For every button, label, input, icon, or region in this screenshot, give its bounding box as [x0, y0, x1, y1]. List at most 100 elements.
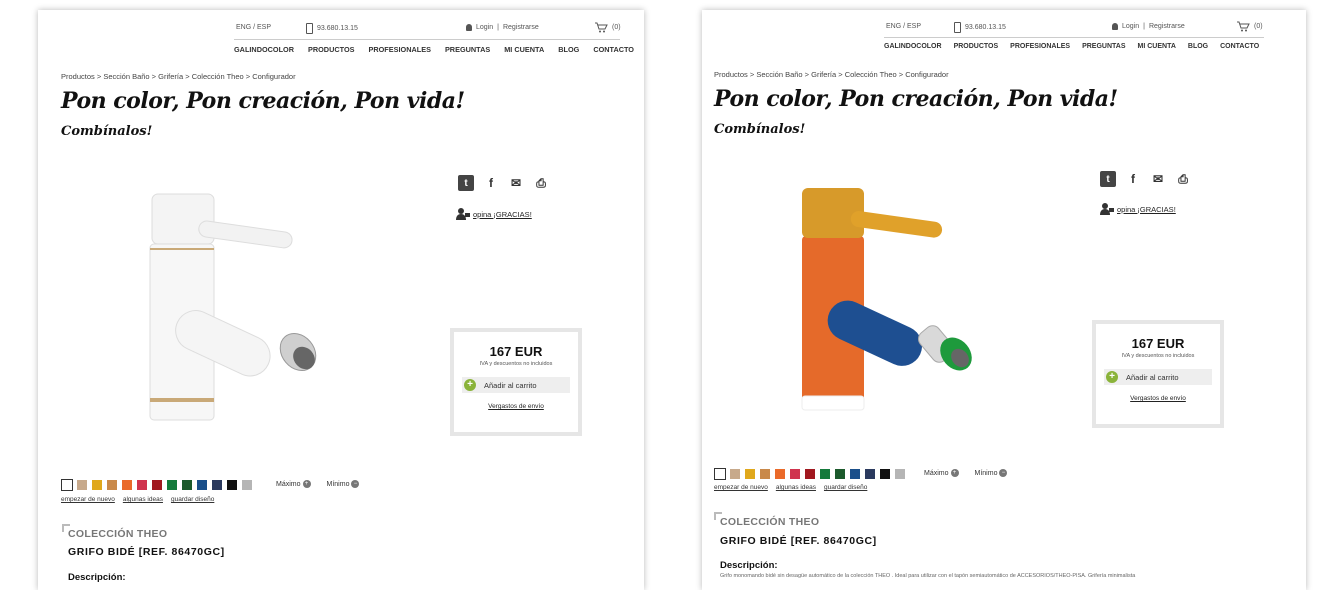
plus-icon: + [464, 379, 476, 391]
color-swatch[interactable] [166, 479, 178, 491]
nav-blog[interactable]: BLOG [558, 45, 579, 54]
login-link[interactable]: Login [1122, 23, 1139, 30]
page-subtitle: Combínalos! [714, 122, 806, 137]
email-icon[interactable]: ✉ [1150, 171, 1166, 187]
color-swatch[interactable] [106, 479, 118, 491]
print-icon[interactable]: ⎙ [533, 175, 549, 191]
color-swatch[interactable] [834, 468, 846, 480]
color-swatch[interactable] [121, 479, 133, 491]
shipping-link[interactable]: Vergastos de envío [1096, 395, 1220, 402]
breadcrumb[interactable]: Productos > Sección Baño > Grifería > Co… [714, 70, 949, 79]
maximo-control[interactable]: Máximo + [276, 480, 311, 488]
algunas-ideas-link[interactable]: algunas ideas [123, 496, 163, 503]
nav-productos[interactable]: PRODUCTOS [308, 45, 355, 54]
price-box: 167 EUR IVA y descuentos no incluidos + A… [450, 328, 582, 436]
color-swatch[interactable] [744, 468, 756, 480]
main-nav: GALINDOCOLOR PRODUCTOS PROFESIONALES PRE… [234, 39, 634, 54]
empezar-de-nuevo-link[interactable]: empezar de nuevo [61, 496, 115, 503]
nav-contacto[interactable]: CONTACTO [593, 45, 634, 54]
opina-link[interactable]: opina ¡GRACIAS! [1100, 203, 1176, 215]
description-text: Grifo monomando bidé sin desagüe automát… [720, 573, 1136, 579]
nav-profesionales[interactable]: PROFESIONALES [369, 45, 431, 54]
cart-link[interactable]: (0) [594, 22, 621, 33]
opina-link[interactable]: opina ¡GRACIAS! [456, 208, 532, 220]
main-nav: GALINDOCOLOR PRODUCTOS PROFESIONALES PRE… [884, 37, 1264, 50]
zoom-controls: Máximo + Mínimo − [924, 469, 1008, 477]
color-swatch[interactable] [76, 479, 88, 491]
color-swatch[interactable] [714, 468, 726, 480]
register-link[interactable]: Registrarse [503, 24, 539, 31]
color-swatch[interactable] [181, 479, 193, 491]
color-swatch[interactable] [211, 479, 223, 491]
language-switch[interactable]: ENG / ESP [236, 24, 271, 31]
color-swatch[interactable] [804, 468, 816, 480]
minimo-control[interactable]: Mínimo − [327, 480, 360, 488]
color-swatch[interactable] [864, 468, 876, 480]
language-switch[interactable]: ENG / ESP [886, 23, 921, 30]
plus-icon: + [1106, 371, 1118, 383]
maximo-control[interactable]: Máximo + [924, 469, 959, 477]
twitter-icon[interactable]: t [458, 175, 474, 191]
color-swatch[interactable] [196, 479, 208, 491]
minimo-control[interactable]: Mínimo − [975, 469, 1008, 477]
color-swatch[interactable] [729, 468, 741, 480]
color-swatch[interactable] [819, 468, 831, 480]
faucet-base-trim [150, 398, 214, 402]
opina-text: opina ¡GRACIAS! [473, 209, 532, 219]
nav-preguntas[interactable]: PREGUNTAS [445, 45, 490, 54]
tax-note: IVA y descuentos no incluidos [479, 361, 553, 367]
color-swatch[interactable] [226, 479, 238, 491]
nav-preguntas[interactable]: PREGUNTAS [1082, 43, 1125, 50]
page-title: Pon color, Pon creación, Pon vida! [714, 86, 1118, 112]
faucet-trim [150, 248, 214, 250]
page-subtitle: Combínalos! [61, 124, 153, 139]
color-swatch[interactable] [151, 479, 163, 491]
nav-mi-cuenta[interactable]: MI CUENTA [1138, 43, 1176, 50]
cart-link[interactable]: (0) [1236, 21, 1263, 32]
algunas-ideas-link[interactable]: algunas ideas [776, 484, 816, 491]
nav-blog[interactable]: BLOG [1188, 43, 1208, 50]
color-swatch[interactable] [61, 479, 73, 491]
color-swatch[interactable] [789, 468, 801, 480]
zoom-controls: Máximo + Mínimo − [276, 480, 360, 488]
color-swatch[interactable] [759, 468, 771, 480]
account-links: Login | Registrarse [466, 24, 539, 31]
color-swatch[interactable] [241, 479, 253, 491]
share-icons: t f ✉ ⎙ [458, 175, 549, 191]
print-icon[interactable]: ⎙ [1175, 171, 1191, 187]
shipping-link[interactable]: Vergastos de envío [454, 403, 578, 410]
add-to-cart-label: Añadir al carrito [1126, 372, 1179, 382]
plus-circle-icon: + [950, 469, 959, 477]
color-swatch[interactable] [879, 468, 891, 480]
facebook-icon[interactable]: f [483, 175, 499, 191]
color-swatch[interactable] [774, 468, 786, 480]
register-link[interactable]: Registrarse [1149, 23, 1185, 30]
minus-circle-icon: − [999, 469, 1008, 477]
twitter-icon[interactable]: t [1100, 171, 1116, 187]
nav-galindocolor[interactable]: GALINDOCOLOR [234, 45, 294, 54]
empezar-de-nuevo-link[interactable]: empezar de nuevo [714, 484, 768, 491]
add-to-cart-button[interactable]: + Añadir al carrito [462, 377, 570, 393]
color-swatch[interactable] [849, 468, 861, 480]
color-swatch[interactable] [136, 479, 148, 491]
share-icons: t f ✉ ⎙ [1100, 171, 1191, 187]
login-link[interactable]: Login [476, 24, 493, 31]
nav-contacto[interactable]: CONTACTO [1220, 43, 1259, 50]
add-to-cart-button[interactable]: + Añadir al carrito [1104, 369, 1212, 385]
nav-galindocolor[interactable]: GALINDOCOLOR [884, 43, 942, 50]
nav-mi-cuenta[interactable]: MI CUENTA [504, 45, 544, 54]
user-icon [466, 24, 472, 31]
price: 167 EUR [489, 344, 543, 359]
email-icon[interactable]: ✉ [508, 175, 524, 191]
nav-profesionales[interactable]: PROFESIONALES [1010, 43, 1070, 50]
cart-icon [1237, 21, 1250, 32]
opina-text: opina ¡GRACIAS! [1117, 204, 1176, 214]
guardar-diseno-link[interactable]: guardar diseño [824, 484, 867, 491]
collection-title: COLECCIÓN THEO [713, 512, 820, 528]
color-swatch[interactable] [91, 479, 103, 491]
guardar-diseno-link[interactable]: guardar diseño [171, 496, 214, 503]
facebook-icon[interactable]: f [1125, 171, 1141, 187]
color-swatch[interactable] [894, 468, 906, 480]
breadcrumb[interactable]: Productos > Sección Baño > Grifería > Co… [61, 72, 296, 81]
nav-productos[interactable]: PRODUCTOS [954, 43, 999, 50]
